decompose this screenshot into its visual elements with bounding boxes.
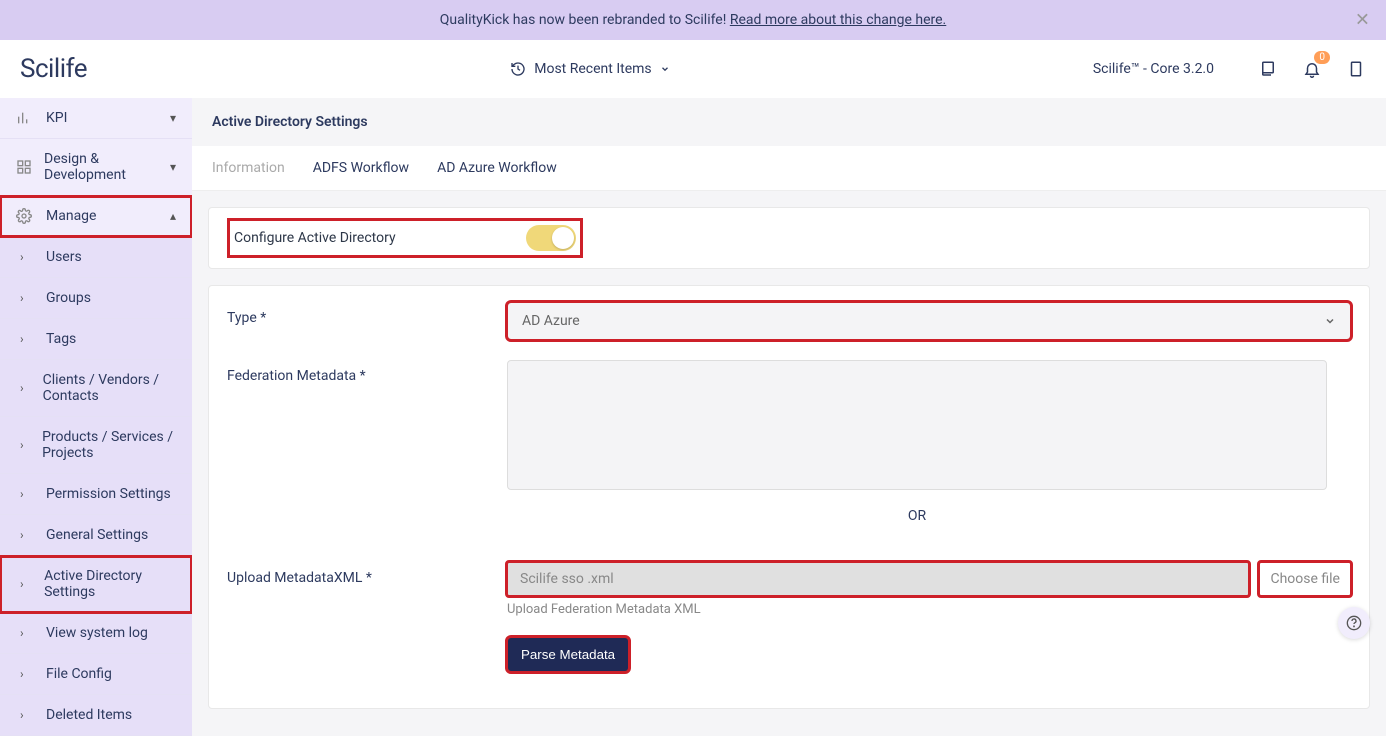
chevron-right-icon: › <box>20 332 34 346</box>
sidebar-item-fileconfig[interactable]: › File Config <box>0 654 192 695</box>
fed-metadata-label: Federation Metadata * <box>227 360 507 384</box>
sidebar-item-label: General Settings <box>46 527 148 543</box>
chevron-right-icon: › <box>20 528 34 542</box>
choose-file-button[interactable]: Choose file <box>1259 562 1351 596</box>
type-select[interactable]: AD Azure <box>507 302 1351 340</box>
chart-icon <box>16 110 34 126</box>
configure-ad-highlight: Configure Active Directory <box>227 218 583 258</box>
chevron-right-icon: › <box>20 577 32 591</box>
chevron-right-icon: › <box>20 250 34 264</box>
sidebar-item-ad-settings[interactable]: › Active Directory Settings <box>0 556 192 613</box>
windows-icon[interactable] <box>1258 59 1278 79</box>
sidebar-item-label: Permission Settings <box>46 486 171 502</box>
version-label: Scilife™ - Core 3.2.0 <box>1093 61 1214 77</box>
chevron-down-icon: ▾ <box>170 160 176 174</box>
sidebar-item-kpi[interactable]: KPI ▾ <box>0 98 192 139</box>
book-icon[interactable] <box>1346 59 1366 79</box>
chevron-down-icon <box>660 64 670 74</box>
sidebar-item-label: Users <box>46 249 82 265</box>
banner-link[interactable]: Read more about this change here. <box>730 12 946 28</box>
recent-label: Most Recent Items <box>534 61 651 77</box>
sidebar-item-manage[interactable]: Manage ▴ <box>0 196 192 237</box>
sidebar-item-groups[interactable]: › Groups <box>0 278 192 319</box>
tabs: Information ADFS Workflow AD Azure Workf… <box>192 146 1386 191</box>
rebrand-banner: QualityKick has now been rebranded to Sc… <box>0 0 1386 40</box>
sidebar-item-tags[interactable]: › Tags <box>0 319 192 360</box>
chevron-right-icon: › <box>20 626 34 640</box>
sidebar-item-general[interactable]: › General Settings <box>0 515 192 556</box>
sidebar-item-clients[interactable]: › Clients / Vendors / Contacts <box>0 360 192 417</box>
file-name-input[interactable]: Scilife sso .xml <box>507 562 1249 596</box>
sidebar-item-label: Groups <box>46 290 91 306</box>
sidebar-item-label: File Config <box>46 666 112 682</box>
banner-text: QualityKick has now been rebranded to Sc… <box>440 12 730 28</box>
configure-ad-toggle[interactable] <box>526 225 576 251</box>
sidebar-item-label: Tags <box>46 331 76 347</box>
chevron-right-icon: › <box>20 708 34 722</box>
notification-badge: 0 <box>1314 51 1330 64</box>
type-label: Type * <box>227 302 507 326</box>
tab-adfs[interactable]: ADFS Workflow <box>313 146 409 190</box>
chevron-right-icon: › <box>20 291 34 305</box>
sidebar-item-products[interactable]: › Products / Services / Projects <box>0 417 192 474</box>
chevron-right-icon: › <box>20 381 31 395</box>
chevron-right-icon: › <box>20 438 30 452</box>
tab-information[interactable]: Information <box>212 146 285 190</box>
chevron-right-icon: › <box>20 667 34 681</box>
sidebar-item-label: Active Directory Settings <box>44 568 176 600</box>
app-logo: Scilife <box>20 54 87 84</box>
type-value: AD Azure <box>522 313 580 329</box>
chevron-up-icon: ▴ <box>170 209 176 223</box>
help-icon <box>1346 615 1362 631</box>
gear-icon <box>16 208 34 224</box>
sidebar-item-deleted[interactable]: › Deleted Items <box>0 695 192 736</box>
tab-azure[interactable]: AD Azure Workflow <box>437 146 557 190</box>
page-title: Active Directory Settings <box>192 98 1386 146</box>
sidebar-item-syslog[interactable]: › View system log <box>0 613 192 654</box>
sidebar-item-label: Products / Services / Projects <box>42 429 176 461</box>
sidebar-item-label: Manage <box>46 208 96 224</box>
sidebar-item-label: KPI <box>46 110 67 126</box>
sidebar-item-users[interactable]: › Users <box>0 237 192 278</box>
sidebar: KPI ▾ Design & Development ▾ Manage ▴ › U… <box>0 98 192 736</box>
sidebar-item-label: View system log <box>46 625 148 641</box>
chevron-down-icon: ▾ <box>170 111 176 125</box>
fed-metadata-textarea[interactable] <box>507 360 1327 490</box>
configure-ad-label: Configure Active Directory <box>234 230 396 246</box>
help-button[interactable] <box>1338 607 1370 639</box>
chevron-right-icon: › <box>20 487 34 501</box>
sidebar-item-design[interactable]: Design & Development ▾ <box>0 139 192 196</box>
upload-label: Upload MetadataXML * <box>227 562 507 586</box>
chevron-down-icon <box>1324 315 1336 327</box>
sidebar-item-label: Clients / Vendors / Contacts <box>43 372 176 404</box>
sidebar-item-label: Design & Development <box>44 151 158 183</box>
bell-icon[interactable]: 0 <box>1302 59 1322 79</box>
recent-items-dropdown[interactable]: Most Recent Items <box>87 61 1093 77</box>
close-icon[interactable]: ✕ <box>1355 10 1370 31</box>
or-divider: OR <box>507 508 1327 524</box>
main-content: Active Directory Settings Information AD… <box>192 98 1386 736</box>
grid-icon <box>16 159 32 175</box>
upload-hint: Upload Federation Metadata XML <box>507 602 1351 617</box>
history-icon <box>510 61 526 77</box>
sidebar-item-label: Deleted Items <box>46 707 132 723</box>
sidebar-item-permission[interactable]: › Permission Settings <box>0 474 192 515</box>
topbar: Scilife Most Recent Items Scilife™ - Cor… <box>0 40 1386 98</box>
